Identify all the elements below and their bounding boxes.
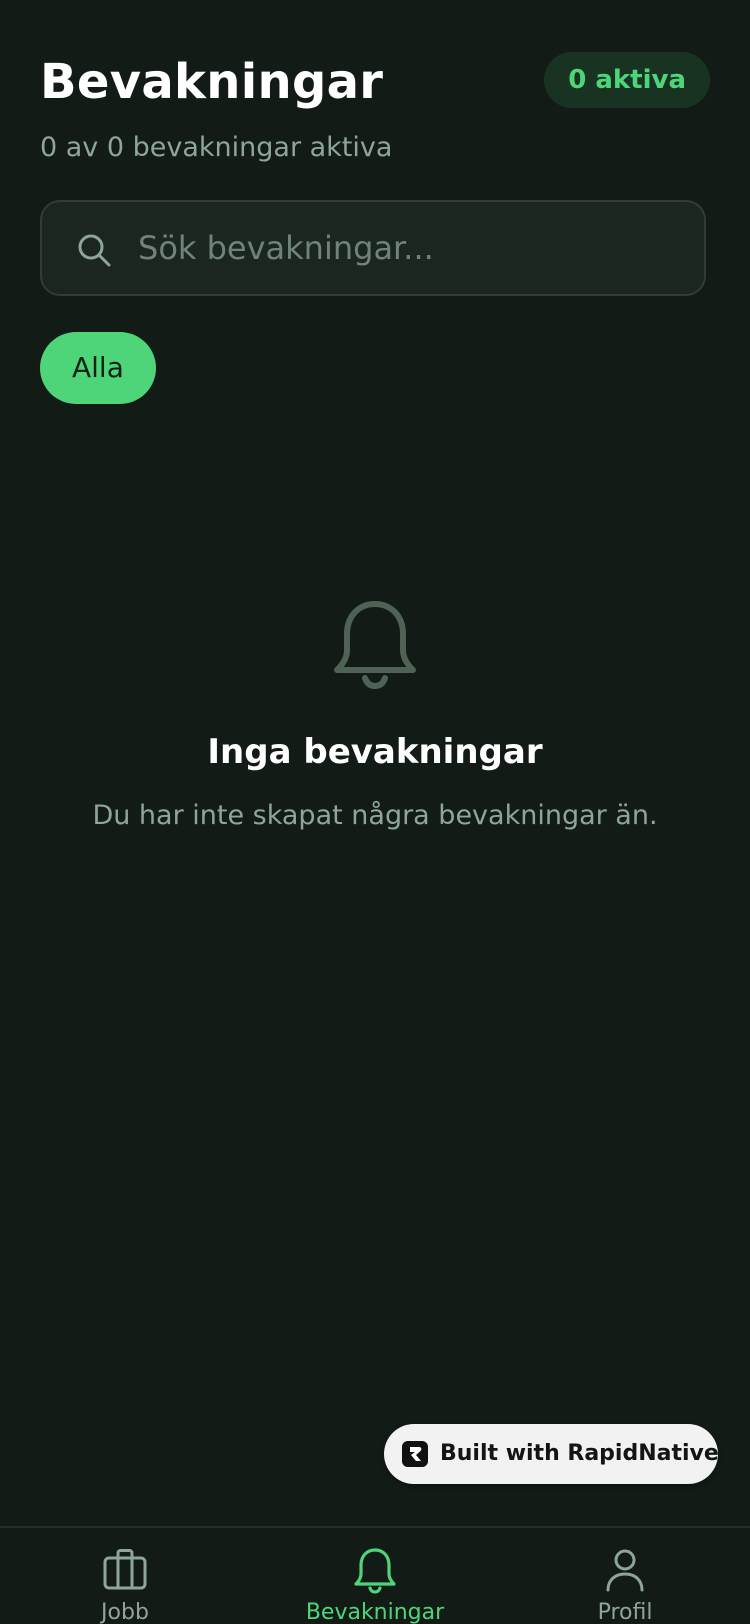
- nav-label-bevakningar: Bevakningar: [305, 1600, 445, 1624]
- bell-icon: [334, 601, 416, 690]
- nav-label-profil: Profil: [597, 1600, 653, 1624]
- empty-state-message: Du har inte skapat några bevakningar än.: [92, 800, 658, 831]
- active-count-badge: 0 aktiva: [544, 52, 710, 108]
- nav-item-profil[interactable]: Profil: [500, 1528, 750, 1624]
- rapidnative-logo-icon: [402, 1441, 428, 1467]
- bell-icon: [354, 1548, 396, 1594]
- search-box[interactable]: [40, 200, 706, 296]
- nav-item-jobb[interactable]: Jobb: [0, 1528, 250, 1624]
- watchlist-screen: Bevakningar 0 aktiva 0 av 0 bevakningar …: [0, 0, 750, 1624]
- nav-label-jobb: Jobb: [101, 1600, 149, 1624]
- search-icon: [78, 234, 111, 267]
- empty-state-title: Inga bevakningar: [207, 732, 543, 772]
- nav-item-bevakningar[interactable]: Bevakningar: [250, 1528, 500, 1624]
- page-title: Bevakningar: [40, 54, 384, 110]
- briefcase-icon: [103, 1549, 147, 1590]
- bottom-navigation: Jobb Bevakningar Profil: [0, 1526, 750, 1624]
- built-with-label: Built with RapidNative: [440, 1441, 719, 1466]
- user-icon: [606, 1549, 644, 1592]
- page-subtitle: 0 av 0 bevakningar aktiva: [40, 132, 393, 163]
- search-input[interactable]: [138, 218, 678, 278]
- filter-chip-all[interactable]: Alla: [40, 332, 156, 404]
- built-with-badge[interactable]: Built with RapidNative: [384, 1424, 719, 1484]
